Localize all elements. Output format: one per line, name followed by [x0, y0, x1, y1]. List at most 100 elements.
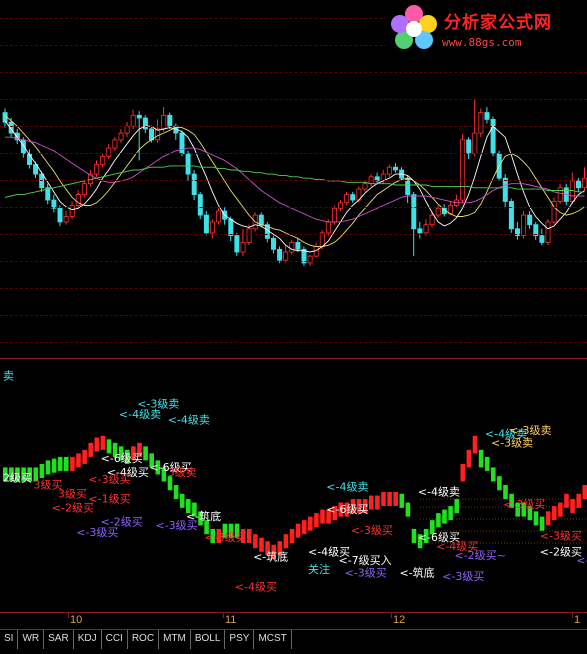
watermark-url-text: www.88gs.com [442, 36, 522, 49]
signal-bar [369, 495, 374, 510]
candle-body [508, 201, 514, 230]
tab-boll[interactable]: BOLL [191, 630, 226, 649]
signal-bar [545, 511, 551, 526]
signal-bar [39, 463, 45, 478]
tab-cci[interactable]: CCI [102, 630, 128, 649]
signal-bar [314, 513, 319, 528]
signal-annotation-label: 关注 [308, 562, 330, 576]
signal-bar [308, 516, 313, 531]
signal-bar [442, 509, 447, 524]
x-tick-mark [572, 613, 573, 618]
candle-body [478, 112, 484, 134]
signal-annotation-label: <-3级买 [576, 554, 587, 567]
candle-body [539, 235, 545, 243]
x-tick-label: 11 [225, 614, 237, 626]
signal-bar [436, 513, 441, 528]
candle-body [362, 183, 368, 190]
candle-body [179, 132, 185, 154]
candle-body [246, 228, 252, 243]
price-chart-svg: 卖 <-3级卖 <-4级卖 <-4级卖 2级买 3级买 <-6级买 <-4级买 <-6级买 <-3… [2, 98, 587, 593]
signal-bar [497, 476, 502, 491]
candle-body [81, 183, 87, 195]
candle-body [527, 214, 533, 226]
candle-body [57, 207, 63, 223]
signal-bar [411, 528, 417, 543]
signal-annotation-label: <-4级卖 [418, 486, 460, 499]
candle-body [521, 214, 527, 237]
signal-bar [64, 456, 69, 471]
candle-body [191, 173, 197, 195]
signal-bar [375, 495, 380, 510]
tab-si[interactable]: SI [0, 630, 19, 649]
candle-body [216, 210, 222, 223]
signal-annotation-label: <-6级买 [326, 503, 368, 516]
signal-bar [576, 493, 581, 508]
candle-body [484, 112, 490, 120]
signal-annotation-label: <-3级买 [88, 473, 130, 486]
signal-annotation-label: <-2级买~ [454, 549, 505, 562]
tab-kdj[interactable]: KDJ [74, 630, 102, 649]
signal-bar [173, 485, 179, 500]
candle-body [100, 155, 106, 165]
tab-sar[interactable]: SAR [44, 630, 74, 649]
signal-bar [301, 520, 307, 535]
signal-bar [381, 492, 386, 507]
watermark-brand-text: 分析家公式网 [444, 13, 552, 33]
signal-bar [82, 449, 87, 464]
candle-body [344, 194, 350, 204]
candle-body [466, 139, 472, 154]
signal-annotation-label: <-4级卖 [168, 414, 210, 427]
candle-body [234, 235, 240, 253]
signal-annotation-label: 3级买 [58, 487, 87, 500]
candle-body [386, 166, 392, 175]
candle-body [283, 251, 289, 261]
x-tick-mark [391, 613, 392, 618]
candle-body [277, 248, 283, 261]
signal-bar [283, 534, 289, 549]
signal-bar [57, 456, 63, 471]
signal-annotation-label: <-3级买 [351, 524, 393, 537]
candle-body [209, 221, 215, 234]
signal-annotation-label: <-4级卖 [119, 408, 161, 421]
tab-wr[interactable]: WR [18, 630, 45, 649]
grid-line [0, 234, 587, 235]
candle-body [112, 139, 118, 149]
candle-body [63, 216, 69, 223]
signal-bar [247, 528, 252, 543]
signal-bar [76, 453, 81, 468]
candle-body [2, 112, 8, 123]
candle-body [502, 177, 508, 202]
grid-line [0, 153, 587, 154]
signal-bar [70, 456, 75, 471]
tab-roc[interactable]: ROC [128, 630, 160, 649]
candle-body [124, 125, 130, 134]
candle-body [118, 132, 124, 141]
candle-body [423, 224, 429, 234]
signal-annotation-label: <-3级买 [345, 566, 387, 579]
grid-line [0, 180, 587, 181]
grid-line [0, 288, 587, 289]
signal-bar [143, 446, 148, 461]
signal-annotation-label: 3级卖 [168, 466, 197, 479]
candle-body [197, 194, 203, 216]
x-tick-label: 12 [393, 614, 406, 626]
candle-body [203, 214, 209, 234]
signal-annotation-label: <-筑底 [253, 550, 288, 564]
flower-logo-icon [391, 5, 437, 49]
signal-bar [582, 485, 587, 500]
signal-bar [289, 528, 295, 543]
grid-line [0, 315, 587, 316]
signal-annotation-label: 2级买 [3, 471, 32, 484]
x-tick-mark [68, 613, 69, 618]
signal-bar [564, 493, 569, 508]
signal-bar [399, 493, 405, 508]
tab-psy[interactable]: PSY [225, 630, 255, 649]
signal-annotation-label: <-3级买 [442, 570, 484, 583]
signal-bar [295, 523, 301, 538]
tab-mtm[interactable]: MTM [159, 630, 191, 649]
tab-mcst[interactable]: MCST [254, 630, 292, 649]
signal-bar [570, 499, 575, 514]
grid-line [0, 207, 587, 208]
signal-bar [51, 458, 57, 473]
signal-bar [94, 437, 100, 452]
